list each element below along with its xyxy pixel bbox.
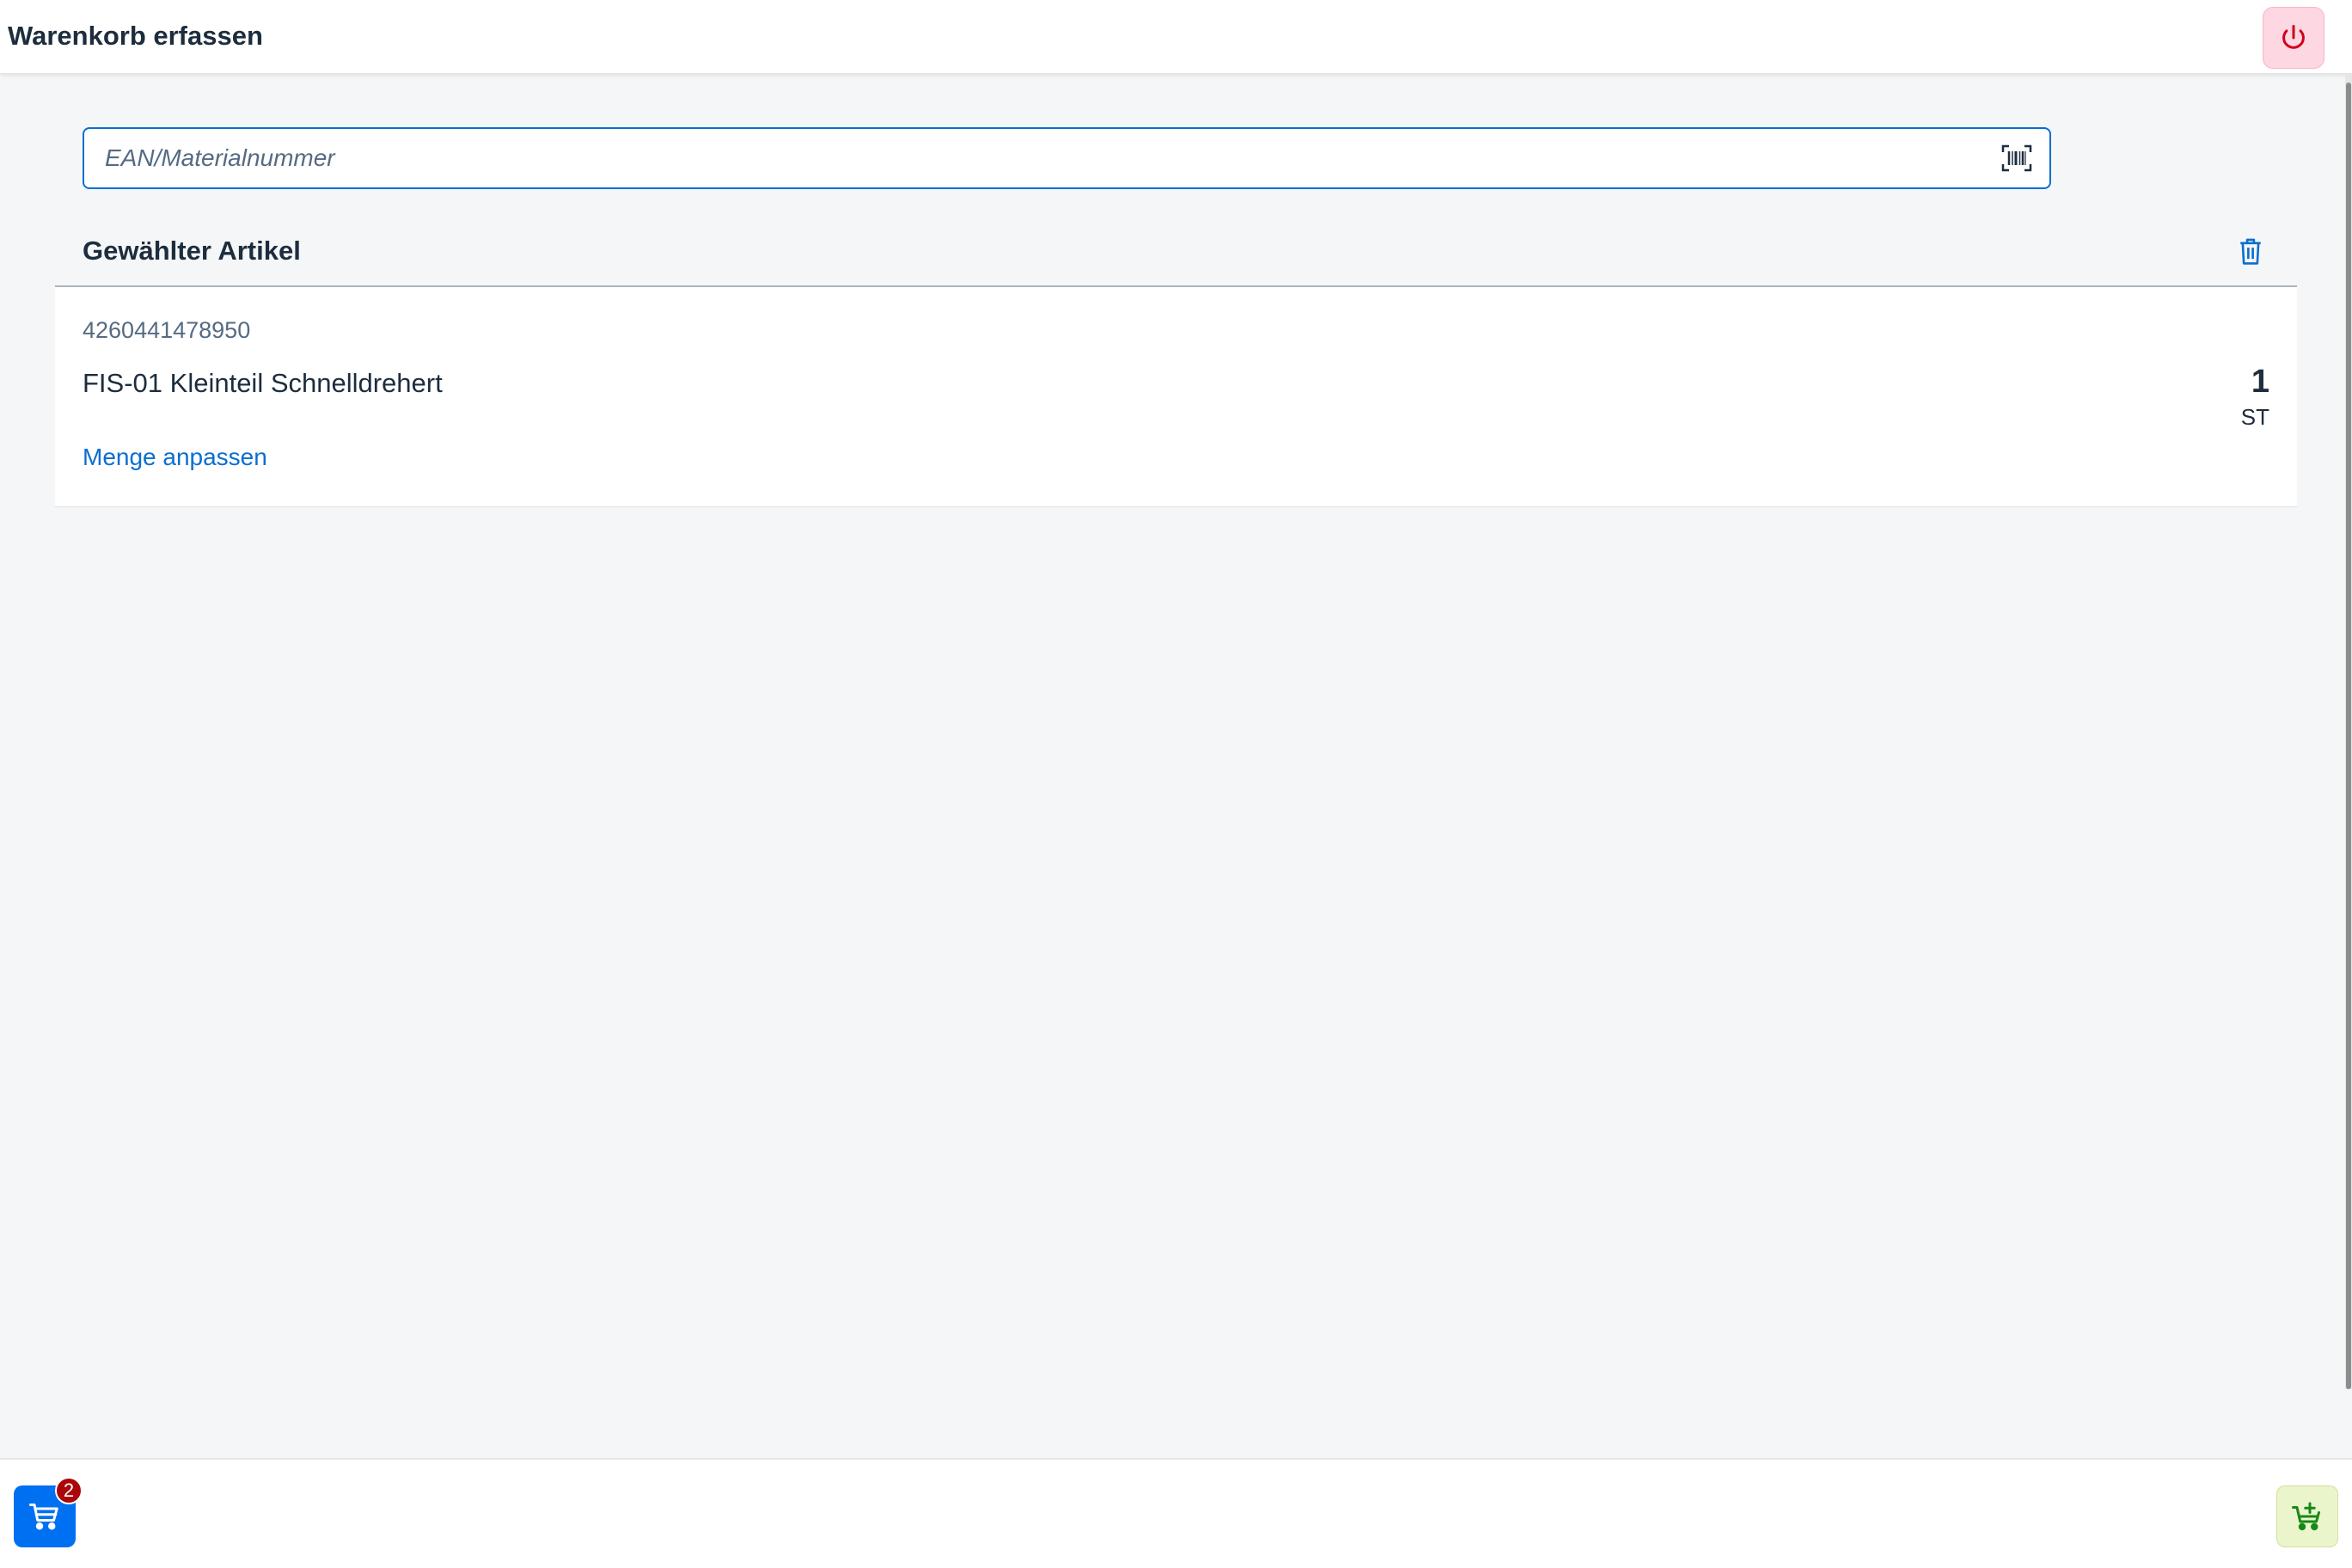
logout-button[interactable]: [2263, 7, 2324, 69]
app-footer: 2: [0, 1458, 2352, 1568]
page-title: Warenkorb erfassen: [8, 21, 263, 51]
item-name: FIS-01 Kleinteil Schnelldrehert: [83, 368, 443, 398]
add-to-cart-button[interactable]: [2276, 1485, 2338, 1547]
barcode-scan-button[interactable]: [1998, 141, 2036, 175]
trash-icon: [2240, 238, 2261, 265]
item-quantity: 1: [2251, 364, 2269, 400]
item-ean: 4260441478950: [83, 317, 251, 343]
power-icon: [2282, 25, 2305, 49]
app-header: Warenkorb erfassen: [0, 0, 2352, 74]
add-to-cart-icon: [2292, 1502, 2320, 1531]
selected-item-header: Gewählter Artikel: [55, 224, 2297, 287]
ean-search-input[interactable]: [84, 129, 1984, 187]
delete-item-button[interactable]: [2232, 232, 2269, 270]
section-title: Gewählter Artikel: [83, 236, 301, 266]
scrollbar-thumb[interactable]: [2346, 83, 2351, 1389]
page-scrollbar[interactable]: [2345, 74, 2352, 1389]
barcode-scan-icon: [2001, 144, 2032, 172]
cart-icon: [29, 1504, 58, 1530]
search-field[interactable]: [83, 127, 2051, 189]
cart-count-badge: 2: [55, 1477, 83, 1504]
item-unit: ST: [2240, 404, 2269, 430]
adjust-quantity-link[interactable]: Menge anpassen: [83, 442, 267, 473]
list-item: 4260441478950 FIS-01 Kleinteil Schnelldr…: [55, 287, 2297, 507]
